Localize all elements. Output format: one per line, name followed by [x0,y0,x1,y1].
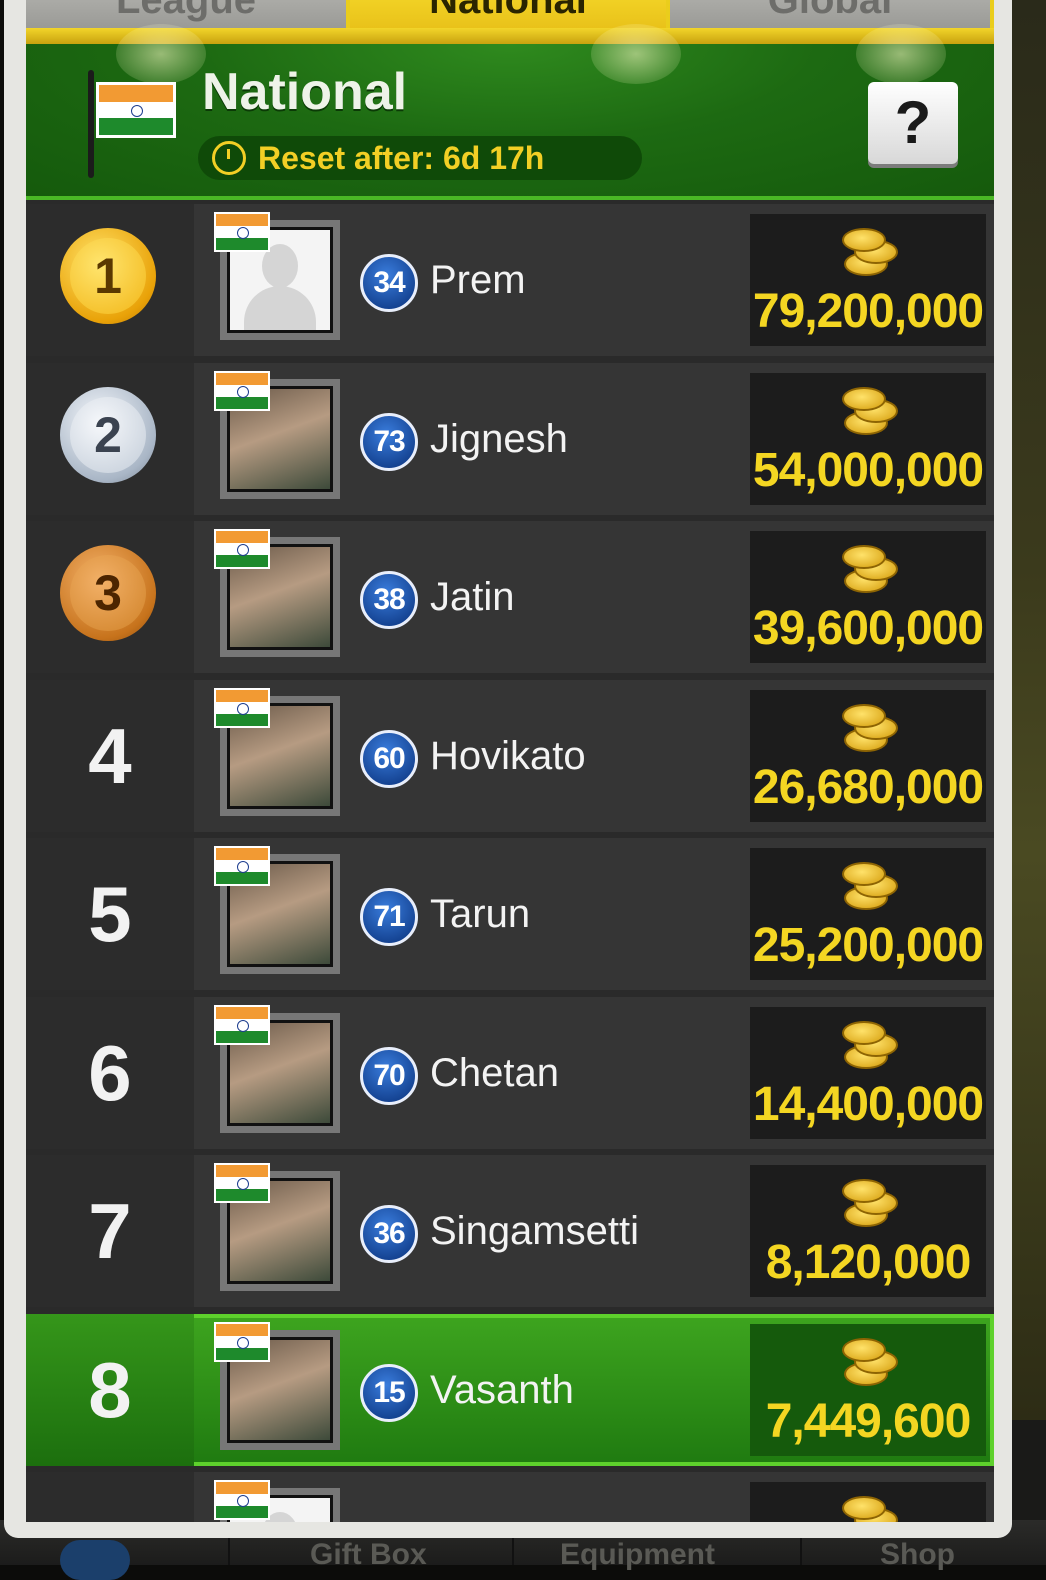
reset-timer: Reset after: 6d 17h [198,136,642,180]
coins-icon [840,1175,900,1229]
gold-medal-icon: 1 [60,228,156,324]
level-badge: 15 [360,1364,418,1422]
coins-icon [840,1017,900,1071]
leaderboard-row[interactable]: 6 70 Chetan 14,400,000 [26,997,994,1149]
nav-shop[interactable]: Shop [880,1538,955,1572]
rank-cell: 4 [26,680,194,832]
player-name: Tarun [430,892,531,936]
flag-pole [88,70,94,178]
leaderboard-row-current-user[interactable]: 8 15 Vasanth 7,449,600 [26,1314,994,1466]
level-badge: 70 [360,1047,418,1105]
player-name: Chetan [430,1051,559,1095]
coin-box: 8,120,000 [750,1165,986,1297]
level-badge: 60 [360,730,418,788]
level-badge: 38 [360,571,418,629]
coin-box: 39,600,000 [750,531,986,663]
tab-league[interactable]: League [26,0,346,28]
coin-box: 79,200,000 [750,214,986,346]
india-flag-icon [214,371,270,411]
bronze-medal-icon: 3 [60,545,156,641]
reset-timer-text: Reset after: 6d 17h [258,140,545,176]
leaderboard-row[interactable]: 3 38 Jatin 39,600,000 [26,521,994,673]
coins-icon [840,1334,900,1388]
nav-gift-box[interactable]: Gift Box [310,1538,427,1572]
rank-number: 4 [88,712,132,800]
coins-icon [840,541,900,595]
coin-box: 26,680,000 [750,690,986,822]
india-flag-icon [214,1480,270,1520]
leaderboard-row[interactable]: 7 36 Singamsetti 8,120,000 [26,1155,994,1307]
rank-cell: 5 [26,838,194,990]
player-name: Vasanth [430,1368,574,1412]
player-name: Hovikato [430,734,586,778]
rank-cell: 6 [26,997,194,1149]
india-flag-icon [214,1005,270,1045]
coins-icon [840,224,900,278]
coin-value: 79,200,000 [752,285,984,338]
india-flag-icon [214,529,270,569]
leaderboard-row[interactable]: 1 34 Prem 79,200,000 [26,204,994,356]
rank-number: 3 [70,555,146,631]
rank-number: 2 [70,397,146,473]
coin-value: 7,449,600 [765,1395,972,1448]
tab-national[interactable]: National [350,0,666,28]
leaderboard-header: National Reset after: 6d 17h ? [26,24,994,200]
coin-box [750,1482,986,1522]
level-badge: 36 [360,1205,418,1263]
coin-value: 26,680,000 [752,761,984,814]
player-name: Jignesh [430,417,568,461]
background-scene [1010,0,1046,1420]
help-button[interactable]: ? [868,82,958,164]
rank-number: 8 [88,1346,132,1434]
leaderboard-row[interactable]: 5 71 Tarun 25,200,000 [26,838,994,990]
coin-value: 54,000,000 [752,444,984,497]
nav-badge [60,1540,130,1580]
rank-number: 1 [70,238,146,314]
india-flag-icon [214,1322,270,1362]
india-flag-icon [214,212,270,252]
coin-value: 14,400,000 [752,1078,984,1131]
coins-icon [840,383,900,437]
rank-cell: 7 [26,1155,194,1307]
silver-medal-icon: 2 [60,387,156,483]
india-flag-icon [214,688,270,728]
leaderboard-row-partial[interactable] [26,1472,994,1522]
coin-box: 7,449,600 [750,1324,986,1456]
coin-box: 14,400,000 [750,1007,986,1139]
player-name: Singamsetti [430,1209,639,1253]
player-name: Prem [430,258,526,302]
coins-icon [840,858,900,912]
coin-value: 39,600,000 [752,602,984,655]
india-flag-icon [214,846,270,886]
tab-global[interactable]: Global [670,0,990,28]
leaderboard-row[interactable]: 4 60 Hovikato 26,680,000 [26,680,994,832]
india-flag-icon [214,1163,270,1203]
coin-box: 25,200,000 [750,848,986,980]
india-flag-icon [96,82,176,138]
leaderboard-panel: League National Global National Reset af… [4,0,1012,1538]
rank-number: 5 [88,870,132,958]
rank-cell: 3 [26,521,194,673]
coins-icon [840,1492,900,1522]
rank-cell: 8 [26,1314,194,1466]
leaderboard-content: League National Global National Reset af… [26,0,994,1522]
player-name: Jatin [430,575,515,619]
rank-number: 6 [88,1029,132,1117]
coin-box: 54,000,000 [750,373,986,505]
coin-value: 25,200,000 [752,919,984,972]
coins-icon [840,700,900,754]
clock-icon [212,141,246,175]
level-badge: 34 [360,254,418,312]
rank-cell: 1 [26,204,194,356]
coin-value: 8,120,000 [765,1236,972,1289]
rank-cell: 2 [26,363,194,515]
leaderboard-row[interactable]: 2 73 Jignesh 54,000,000 [26,363,994,515]
rank-number: 7 [88,1187,132,1275]
level-badge: 73 [360,413,418,471]
nav-equipment[interactable]: Equipment [560,1538,715,1572]
page-title: National [202,63,408,121]
level-badge: 71 [360,888,418,946]
